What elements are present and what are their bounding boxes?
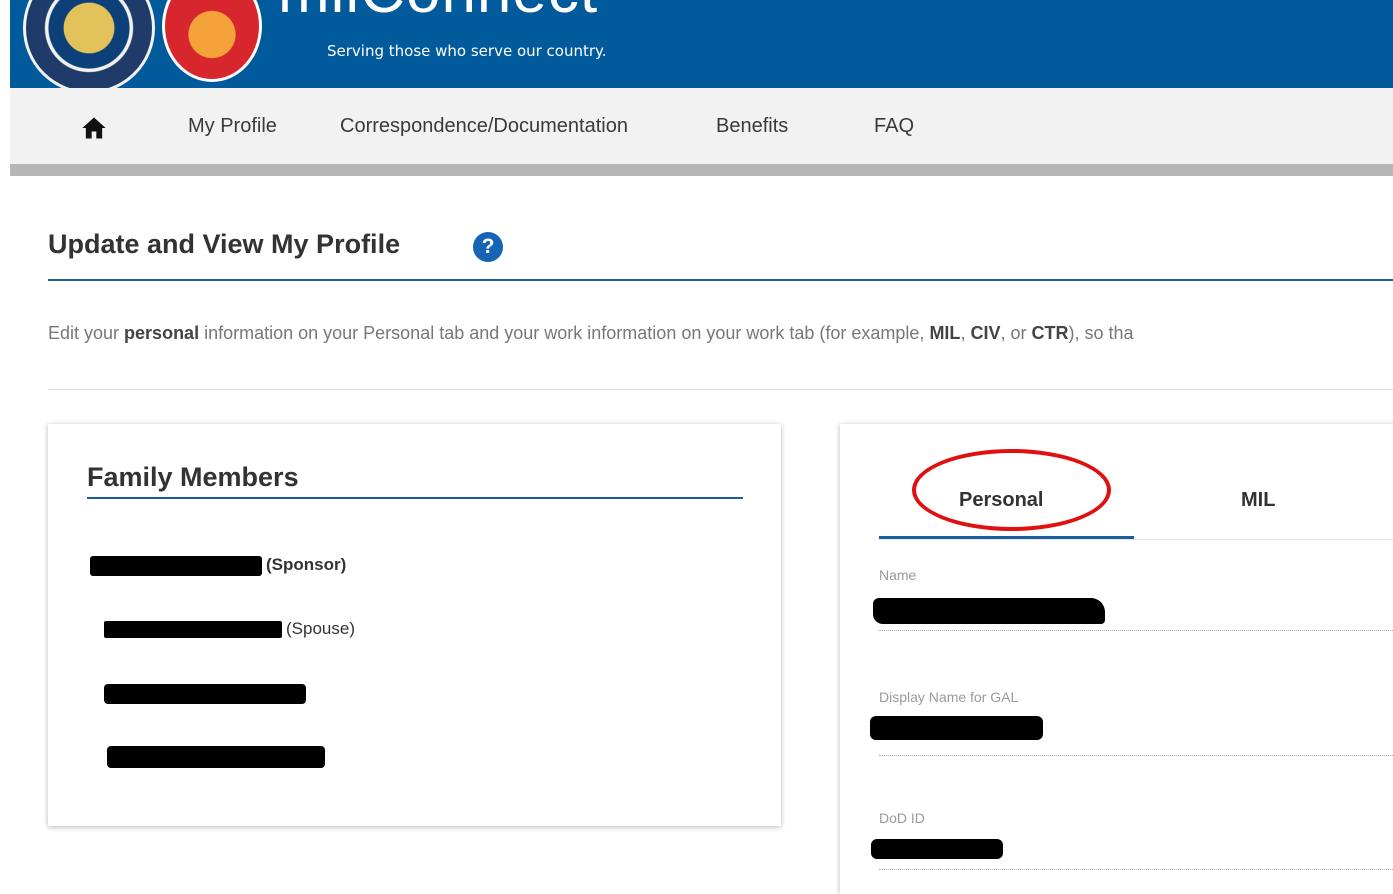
help-icon[interactable]: ? — [473, 232, 503, 262]
display-name-label: Display Name for GAL — [879, 689, 1019, 705]
redacted-member-name — [104, 621, 282, 638]
redacted-member-name[interactable] — [107, 746, 325, 768]
home-icon[interactable] — [80, 114, 108, 142]
nav-benefits[interactable]: Benefits — [716, 115, 788, 138]
section-divider — [48, 389, 1393, 390]
dod-id-label: DoD ID — [879, 810, 925, 826]
tab-mil[interactable]: MIL — [1241, 489, 1275, 512]
redacted-member-name[interactable] — [104, 684, 306, 704]
nav-correspondence[interactable]: Correspondence/Documentation — [340, 115, 628, 138]
redacted-dod-id-value — [871, 839, 1003, 859]
page-title: Update and View My Profile — [48, 229, 401, 259]
redacted-display-name-value — [870, 716, 1043, 740]
intro-text: Edit your personal information on your P… — [48, 323, 1134, 343]
name-label: Name — [879, 567, 917, 583]
member-role-spouse[interactable]: (Spouse) — [286, 619, 355, 639]
redacted-member-name — [90, 556, 262, 576]
nav-my-profile[interactable]: My Profile — [188, 115, 277, 138]
annotation-ellipse — [912, 449, 1111, 531]
nav-divider — [10, 164, 1393, 176]
family-members-title: Family Members — [87, 462, 299, 492]
tagline: Serving those who serve our country. — [327, 42, 607, 60]
family-title-underline — [87, 497, 743, 499]
dmdc-seal-logo — [162, 0, 262, 82]
dod-seal-logo — [23, 0, 155, 88]
redacted-name-value — [873, 598, 1105, 624]
name-field[interactable] — [879, 630, 1393, 631]
dod-id-field[interactable] — [879, 869, 1393, 870]
display-name-field[interactable] — [879, 755, 1393, 756]
tabs-divider — [879, 539, 1393, 540]
site-header: milConnect Serving those who serve our c… — [10, 0, 1393, 88]
title-divider — [48, 279, 1393, 281]
brand-name: milConnect — [278, 0, 598, 27]
member-role-sponsor[interactable]: (Sponsor) — [266, 555, 346, 575]
nav-faq[interactable]: FAQ — [874, 115, 914, 138]
